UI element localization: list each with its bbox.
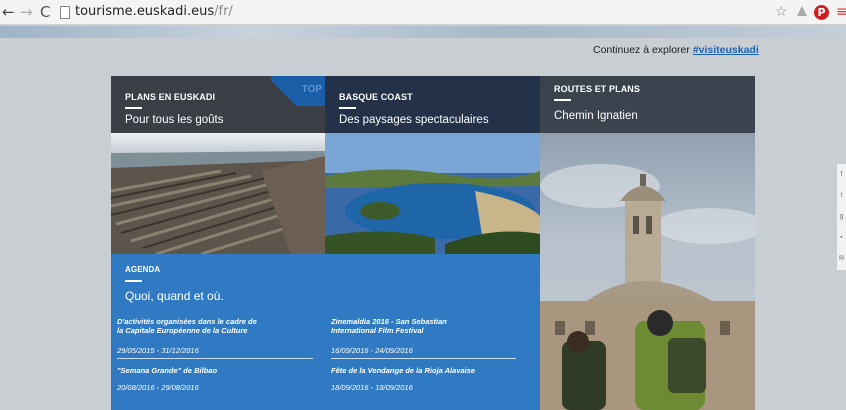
event-divider — [331, 358, 516, 359]
tile-plans-en-euskadi[interactable]: TOP PLANS EN EUSKADI Pour tous les goûts — [111, 76, 325, 254]
page-icon — [60, 6, 70, 19]
email-icon[interactable]: ✉ — [837, 248, 846, 269]
divider — [554, 99, 571, 101]
tile-routes-et-plans[interactable]: ROUTES ET PLANS Chemin Ignatien — [540, 76, 755, 410]
divider — [125, 107, 142, 109]
agenda-subtitle: Quoi, quand et où. — [125, 289, 224, 303]
social-share-bar: f t g ▪ ✉ — [836, 163, 846, 271]
tile-kicker: BASQUE COAST — [339, 92, 413, 102]
explore-text: Continuez à explorer — [593, 44, 693, 56]
divider — [125, 280, 142, 282]
header-banner-image — [0, 26, 846, 38]
reload-icon[interactable]: C — [40, 4, 50, 20]
url-path: /fr/ — [214, 4, 233, 19]
facebook-icon[interactable]: f — [837, 164, 846, 185]
event-dates: 29/05/2015 - 31/12/2016 — [117, 346, 199, 355]
event-dates: 20/08/2016 - 29/08/2016 — [117, 383, 199, 392]
tile-basque-coast[interactable]: BASQUE COAST Des paysages spectaculaires — [325, 76, 540, 254]
event-title[interactable]: D'activités organisées dans le cadre de … — [117, 317, 257, 335]
tile-header: ROUTES ET PLANS Chemin Ignatien — [540, 76, 755, 133]
event-title[interactable]: Fête de la Vendange de la Rioja Alavaise — [331, 366, 475, 375]
tile-kicker: ROUTES ET PLANS — [554, 84, 641, 94]
event-title[interactable]: "Semana Grande" de Bilbao — [117, 366, 217, 375]
share-icon[interactable]: ▪ — [837, 227, 846, 248]
event-dates: 16/09/2016 - 24/09/2016 — [331, 346, 413, 355]
event-dates: 18/09/2016 - 18/09/2016 — [331, 383, 413, 392]
agenda-kicker: AGENDA — [125, 265, 161, 274]
pinterest-icon[interactable]: P — [814, 5, 829, 20]
browser-toolbar: ← → C tourisme.euskadi.eus/fr/ ☆ P ≡ — [0, 0, 846, 25]
explore-hashtag-link[interactable]: #visiteuskadi — [693, 44, 759, 56]
tile-subtitle: Pour tous les goûts — [125, 114, 224, 126]
tile-header: BASQUE COAST Des paysages spectaculaires — [325, 76, 540, 133]
twitter-icon[interactable]: t — [837, 185, 846, 206]
event-title[interactable]: Zinemaldia 2016 - San Sebastian Internat… — [331, 317, 447, 335]
forward-arrow-icon[interactable]: → — [20, 4, 33, 20]
explore-banner: Continuez à explorer #visiteuskadi — [593, 44, 759, 56]
tile-subtitle: Des paysages spectaculaires — [339, 114, 489, 126]
agenda-panel: AGENDA Quoi, quand et où. D'activités or… — [111, 254, 540, 410]
browser-menu-icon[interactable]: ≡ — [836, 4, 846, 20]
url-host: tourisme.euskadi.eus — [75, 4, 215, 19]
extension-icon[interactable] — [795, 4, 809, 22]
top-label: TOP — [301, 84, 322, 95]
event-divider — [117, 358, 313, 359]
back-arrow-icon[interactable]: ← — [2, 4, 15, 20]
bookmark-star-icon[interactable]: ☆ — [775, 4, 788, 20]
google-plus-icon[interactable]: g — [837, 206, 846, 227]
tile-header: TOP PLANS EN EUSKADI Pour tous les goûts — [111, 76, 325, 133]
address-bar[interactable]: tourisme.euskadi.eus/fr/ — [75, 4, 233, 19]
tile-kicker: PLANS EN EUSKADI — [125, 92, 216, 102]
tile-subtitle: Chemin Ignatien — [554, 110, 638, 122]
divider — [339, 107, 356, 109]
